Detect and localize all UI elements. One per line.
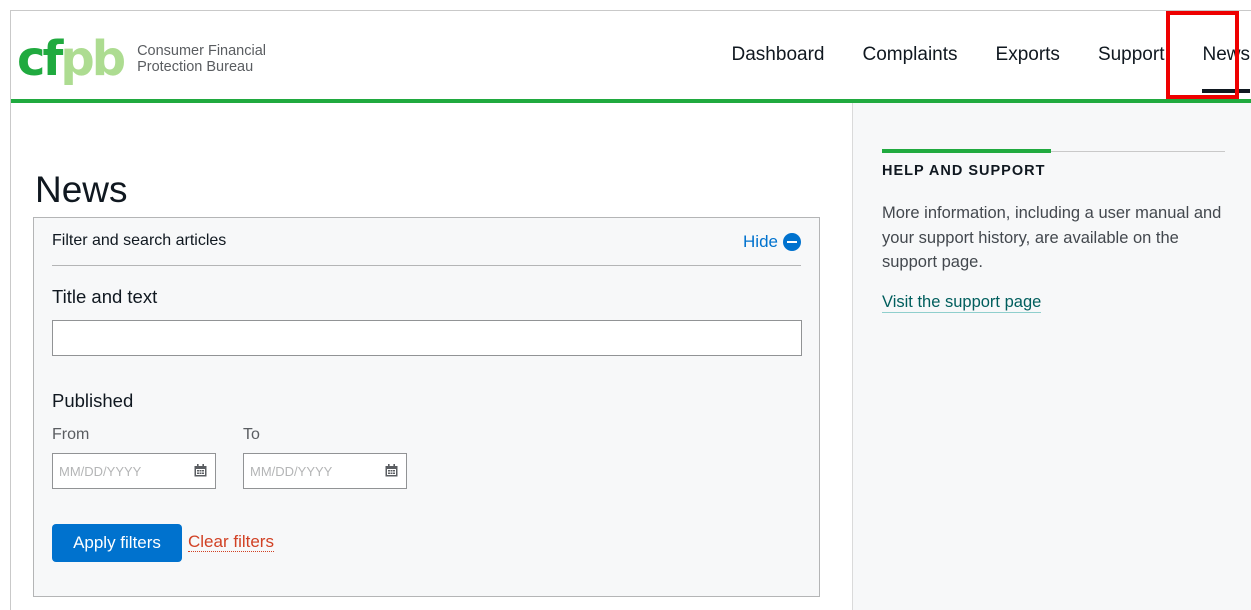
- logo-mark: c f p b: [17, 31, 126, 87]
- nav-complaints[interactable]: Complaints: [862, 11, 957, 99]
- title-text-input[interactable]: [52, 320, 802, 356]
- title-text-label: Title and text: [52, 286, 158, 307]
- filter-panel-header: Filter and search articles Hide: [52, 218, 801, 266]
- hide-filters-label: Hide: [743, 232, 778, 251]
- logo-letter-b: b: [91, 31, 126, 87]
- logo-name-line2: Protection Bureau: [137, 59, 254, 75]
- to-label: To: [243, 426, 260, 443]
- help-sidebar: HELP AND SUPPORT More information, inclu…: [852, 103, 1251, 610]
- app-frame: c f p b Consumer Financial Protection Bu…: [10, 10, 1251, 610]
- nav-exports[interactable]: Exports: [996, 11, 1060, 99]
- main-content: News Filter and search articles Hide Tit…: [11, 103, 852, 610]
- sidebar-title: HELP AND SUPPORT: [882, 163, 1046, 179]
- from-date-input[interactable]: MM/DD/YYYY: [52, 453, 216, 489]
- logo-name-line1: Consumer Financial: [137, 43, 267, 59]
- logo-letter-c: c: [17, 31, 46, 87]
- nav-news[interactable]: News: [1202, 11, 1250, 99]
- to-date-input[interactable]: MM/DD/YYYY: [243, 453, 407, 489]
- from-label: From: [52, 426, 90, 443]
- active-nav-underline: [1202, 89, 1250, 93]
- page-title: News: [35, 169, 128, 210]
- minus-circle-icon: [783, 233, 801, 251]
- filter-panel: Filter and search articles Hide Title an…: [33, 217, 820, 597]
- to-date-placeholder: MM/DD/YYYY: [250, 464, 333, 479]
- sidebar-accent-rule: [882, 149, 1051, 153]
- hide-filters-toggle[interactable]: Hide: [743, 232, 801, 252]
- nav-support[interactable]: Support: [1098, 11, 1165, 99]
- sidebar-text: More information, including a user manua…: [882, 204, 1222, 271]
- main-nav: Dashboard Complaints Exports Support New…: [694, 11, 1251, 99]
- clear-filters-link[interactable]: Clear filters: [188, 533, 274, 552]
- cfpb-logo[interactable]: c f p b Consumer Financial Protection Bu…: [17, 35, 266, 83]
- calendar-icon[interactable]: [385, 464, 398, 477]
- published-label: Published: [52, 390, 134, 411]
- logo-letter-f: f: [42, 31, 63, 87]
- filter-panel-title: Filter and search articles: [52, 232, 227, 249]
- from-date-placeholder: MM/DD/YYYY: [59, 464, 142, 479]
- support-page-link[interactable]: Visit the support page: [882, 292, 1042, 313]
- calendar-icon[interactable]: [194, 464, 207, 477]
- site-header: c f p b Consumer Financial Protection Bu…: [11, 11, 1251, 103]
- nav-dashboard[interactable]: Dashboard: [732, 11, 825, 99]
- apply-filters-button[interactable]: Apply filters: [52, 524, 182, 562]
- logo-letter-p: p: [60, 31, 94, 87]
- nav-news-label: News: [1202, 44, 1250, 65]
- logo-wordmark: Consumer Financial Protection Bureau: [137, 43, 266, 75]
